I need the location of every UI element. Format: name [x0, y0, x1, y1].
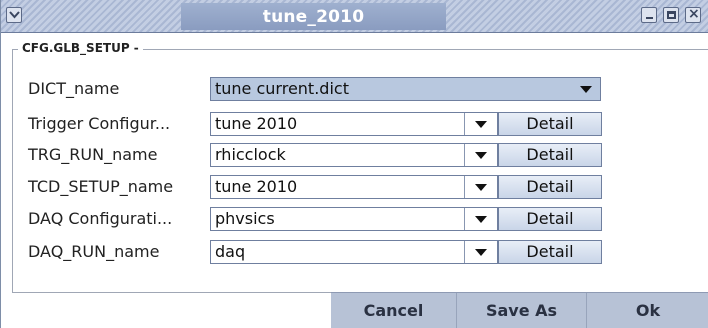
minimize-icon	[646, 17, 653, 19]
window-title: tune_2010	[262, 7, 365, 27]
trg-run-name-dropdown-button[interactable]	[464, 144, 497, 166]
daq-run-name-dropdown-button[interactable]	[464, 241, 497, 263]
trg-run-name-combo[interactable]: rhicclock	[210, 143, 498, 167]
form-row-trigger-configuration: Trigger Configur... tune 2010 Detail	[1, 112, 708, 136]
dict-name-value: tune current.dict	[215, 79, 349, 98]
panel-legend: CFG.GLB_SETUP -	[18, 40, 143, 56]
daq-run-name-detail-button[interactable]: Detail	[498, 240, 602, 264]
tcd-setup-name-label: TCD_SETUP_name	[28, 177, 174, 196]
tcd-setup-name-value: tune 2010	[215, 177, 298, 196]
minimize-button[interactable]	[641, 7, 657, 23]
window-menu-button[interactable]	[6, 7, 22, 23]
tcd-setup-name-detail-button[interactable]: Detail	[498, 175, 602, 199]
dropdown-arrow-icon	[475, 121, 487, 128]
daq-configuration-label: DAQ Configurati...	[28, 209, 173, 228]
dropdown-arrow-icon	[475, 184, 487, 191]
maximize-icon	[667, 11, 676, 19]
daq-run-name-value: daq	[215, 242, 246, 261]
trigger-configuration-label: Trigger Configur...	[28, 114, 171, 133]
tcd-setup-name-combo[interactable]: tune 2010	[210, 175, 498, 199]
dropdown-arrow-icon	[475, 249, 487, 256]
title-bar[interactable]: tune_2010 ×	[1, 0, 708, 33]
close-icon: ×	[688, 6, 700, 22]
dict-name-label: DICT_name	[28, 79, 120, 98]
trigger-configuration-combo[interactable]: tune 2010	[210, 112, 498, 136]
daq-run-name-label: DAQ_RUN_name	[28, 242, 160, 261]
dialog-window: tune_2010 × CFG.GLB_SETUP - DICT_name tu…	[0, 0, 708, 328]
form-row-daq-run-name: DAQ_RUN_name daq Detail	[1, 240, 708, 264]
dropdown-arrow-icon	[475, 152, 487, 159]
dict-name-combo[interactable]: tune current.dict	[210, 77, 601, 101]
dropdown-arrow-icon	[580, 86, 592, 93]
trg-run-name-detail-button[interactable]: Detail	[498, 143, 602, 167]
ok-button[interactable]: Ok	[586, 293, 708, 328]
maximize-button[interactable]	[663, 7, 679, 23]
trigger-configuration-value: tune 2010	[215, 114, 298, 133]
form-row-daq-configuration: DAQ Configurati... phvsics Detail	[1, 207, 708, 231]
dict-name-dropdown-button[interactable]	[570, 78, 600, 100]
close-button[interactable]: ×	[685, 6, 701, 23]
form-row-trg-run-name: TRG_RUN_name rhicclock Detail	[1, 143, 708, 167]
daq-configuration-detail-button[interactable]: Detail	[498, 207, 602, 231]
dropdown-arrow-icon	[475, 216, 487, 223]
trigger-configuration-detail-button[interactable]: Detail	[498, 112, 602, 136]
form-row-tcd-setup-name: TCD_SETUP_name tune 2010 Detail	[1, 175, 708, 199]
trigger-configuration-dropdown-button[interactable]	[464, 113, 497, 135]
daq-configuration-dropdown-button[interactable]	[464, 208, 497, 230]
chevron-down-icon	[9, 11, 20, 19]
tcd-setup-name-dropdown-button[interactable]	[464, 176, 497, 198]
daq-configuration-combo[interactable]: phvsics	[210, 207, 498, 231]
dialog-button-bar: Cancel Save As Ok	[331, 292, 708, 328]
trg-run-name-label: TRG_RUN_name	[28, 145, 158, 164]
form-row-dict-name: DICT_name tune current.dict	[1, 77, 708, 101]
trg-run-name-value: rhicclock	[215, 145, 286, 164]
daq-configuration-value: phvsics	[215, 209, 275, 228]
daq-run-name-combo[interactable]: daq	[210, 240, 498, 264]
save-as-button[interactable]: Save As	[456, 293, 586, 328]
title-label-area: tune_2010	[181, 3, 446, 30]
cancel-button[interactable]: Cancel	[331, 293, 456, 328]
